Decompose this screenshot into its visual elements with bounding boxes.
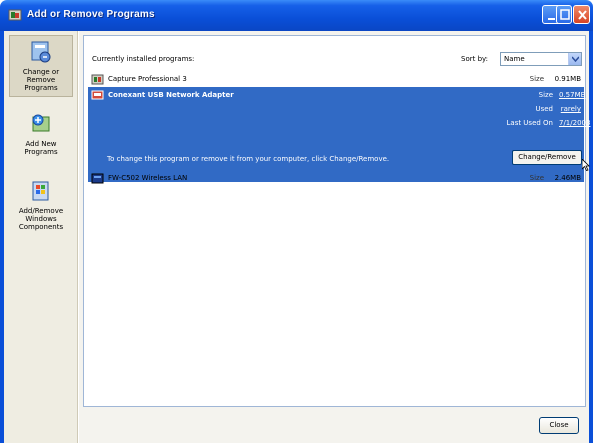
size-label: Size <box>529 174 544 182</box>
sidebar-item-label: Change or Remove Programs <box>22 68 60 92</box>
size-label: Size <box>538 91 553 99</box>
program-list[interactable]: Currently installed programs: Sort by: N… <box>83 35 591 407</box>
close-window-button[interactable] <box>573 5 590 24</box>
program-description: To change this program or remove it from… <box>107 155 390 163</box>
list-item[interactable]: FW-C502 Wireless LAN Size 2.46MB <box>88 170 584 186</box>
list-item[interactable]: Capture Professional 3 Size 0.91MB <box>88 71 584 87</box>
windows-components-icon <box>32 181 49 201</box>
size-info: Size 0.57MB <box>497 91 586 99</box>
used-info: Used rarely <box>497 105 581 113</box>
size-value[interactable]: 0.57MB <box>559 91 585 99</box>
sidebar-item-add-new[interactable]: Add New Programs <box>9 111 73 163</box>
add-new-programs-icon <box>32 114 50 132</box>
wireless-lan-icon <box>91 173 104 184</box>
sidebar-item-windows-components[interactable]: Add/Remove Windows Components <box>9 178 73 238</box>
sidebar-item-label: Add New Programs <box>24 140 58 156</box>
program-name: FW-C502 Wireless LAN <box>108 174 188 182</box>
main-panel: Currently installed programs: Sort by: N… <box>79 31 591 443</box>
program-icon <box>91 74 104 85</box>
close-button[interactable]: Close <box>539 417 579 434</box>
last-used-info: Last Used On 7/1/2003 <box>497 119 591 127</box>
sidebar: Change or Remove Programs Add New Progra… <box>4 31 78 443</box>
size-label: Size <box>529 75 544 83</box>
sidebar-item-change-remove[interactable]: Change or Remove Programs <box>9 35 73 97</box>
network-adapter-icon <box>91 90 104 100</box>
list-item-selected[interactable]: Conexant USB Network Adapter Size 0.57MB … <box>88 87 591 182</box>
sidebar-item-label: Add/Remove Windows Components <box>18 207 64 231</box>
last-used-value: 7/1/2003 <box>559 119 591 127</box>
change-remove-button[interactable]: Change/Remove <box>512 150 582 165</box>
change-remove-icon <box>31 41 51 63</box>
add-remove-programs-window: Add or Remove Programs Change or Remove … <box>0 0 593 443</box>
maximize-button[interactable] <box>556 5 572 24</box>
last-used-label: Last Used On <box>506 119 554 127</box>
program-name: Conexant USB Network Adapter <box>108 91 234 99</box>
maximize-icon <box>560 9 570 20</box>
size-value: 0.91MB <box>554 75 581 83</box>
dropdown-arrow-button[interactable] <box>568 53 581 65</box>
used-label: Used <box>535 105 553 113</box>
window-border-right <box>589 31 593 443</box>
app-icon <box>8 9 22 21</box>
window-title: Add or Remove Programs <box>27 9 155 20</box>
used-value[interactable]: rarely <box>559 105 581 113</box>
installed-programs-heading: Currently installed programs: <box>92 55 195 63</box>
close-icon <box>578 10 587 20</box>
chevron-down-icon <box>572 56 579 62</box>
program-name: Capture Professional 3 <box>108 75 187 83</box>
sort-by-dropdown[interactable]: Name <box>500 52 582 66</box>
size-value: 2.46MB <box>554 174 581 182</box>
title-bar[interactable]: Add or Remove Programs <box>0 0 593 31</box>
sort-by-label: Sort by: <box>461 55 489 63</box>
sort-by-value: Name <box>504 55 525 63</box>
